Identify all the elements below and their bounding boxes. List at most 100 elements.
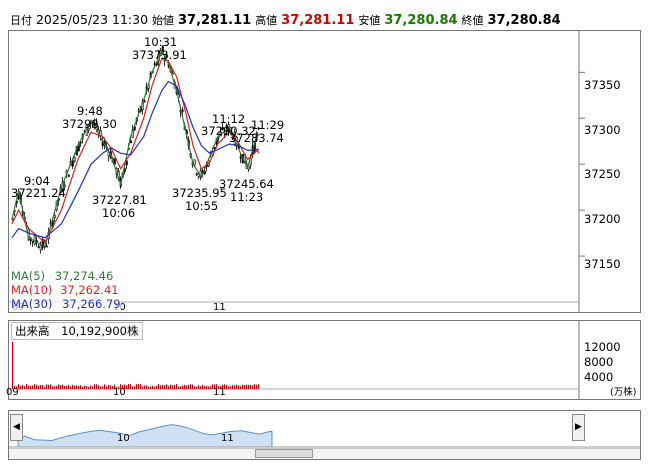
volume-bar — [174, 385, 176, 389]
volume-bar — [182, 385, 184, 389]
volume-bar — [28, 385, 30, 389]
volume-bar — [160, 385, 162, 389]
date-label: 日付 — [10, 14, 32, 27]
volume-bar — [54, 386, 56, 389]
low-value: 37,280.84 — [384, 13, 458, 28]
volume-bar — [158, 384, 160, 389]
volume-bar — [150, 386, 152, 389]
volume-bar — [210, 386, 212, 389]
scroll-left-button[interactable]: ◀ — [10, 414, 23, 441]
candle-body — [195, 172, 198, 175]
ma30-label: MA(30) — [11, 297, 53, 311]
volume-bar — [166, 384, 168, 389]
y-tick-label: 37350 — [584, 78, 621, 92]
candle-body — [67, 174, 70, 177]
volume-bar — [62, 384, 64, 389]
volume-bar — [70, 386, 72, 389]
volume-bar — [74, 385, 76, 389]
volume-bar — [146, 385, 148, 389]
volume-bar — [190, 384, 192, 389]
annotation-value: 37221.24 — [11, 186, 66, 200]
volume-bar — [148, 386, 150, 389]
annotation-value: 37227.81 — [92, 193, 147, 207]
price-chart-panel[interactable]: 37350 37300 37250 37200 37150 09 10 11 1… — [8, 30, 641, 313]
volume-y-tick: 8000 — [584, 355, 614, 369]
volume-bar — [86, 386, 88, 389]
volume-bar — [188, 384, 190, 389]
annotation-time: 11:23 — [230, 190, 264, 204]
volume-bar — [204, 386, 206, 389]
volume-bar — [60, 385, 62, 389]
volume-chart-panel[interactable]: 出来高 10,192,900株 12000 8000 4000 (万株) 09 … — [6, 320, 641, 400]
volume-bar — [84, 385, 86, 389]
y-tick-label: 37250 — [584, 167, 621, 181]
volume-bar — [108, 385, 110, 389]
volume-bar — [36, 384, 38, 389]
volume-bar — [12, 342, 14, 389]
candle-body — [45, 245, 48, 248]
volume-unit: (万株) — [610, 387, 637, 398]
volume-bar — [134, 386, 136, 389]
volume-bar — [44, 386, 46, 389]
volume-bar — [180, 386, 182, 389]
volume-bar — [246, 384, 248, 389]
volume-bar — [38, 385, 40, 389]
volume-bar — [72, 384, 74, 389]
ma5-label: MA(5) — [11, 269, 46, 283]
volume-bar — [152, 385, 154, 389]
ma-series-line — [11, 80, 260, 239]
volume-bar — [164, 385, 166, 389]
volume-bar — [232, 385, 234, 389]
close-label: 終値 — [461, 14, 484, 27]
open-label: 始値 — [152, 14, 175, 27]
scrollbar-track[interactable] — [9, 448, 640, 459]
volume-bar — [106, 386, 108, 389]
navigator-panel[interactable]: 10 11 ◀ ▶ — [8, 410, 641, 460]
y-tick-label: 37200 — [584, 212, 621, 226]
volume-bar — [130, 384, 132, 389]
volume-bar — [80, 385, 82, 389]
volume-bar — [48, 384, 50, 389]
volume-bar — [110, 385, 112, 389]
ma10-legend: MA(10) 37,262.41 — [11, 283, 119, 297]
candle-body — [239, 156, 242, 159]
x-tick-label: 11 — [213, 387, 226, 398]
volume-y-tick: 4000 — [584, 370, 614, 384]
candle-body — [193, 159, 196, 166]
volume-bar — [238, 385, 240, 389]
volume-bar — [102, 386, 104, 389]
volume-bar — [198, 385, 200, 389]
volume-bar — [136, 384, 138, 389]
volume-bar — [202, 384, 204, 389]
volume-bar — [208, 386, 210, 389]
volume-bar — [138, 384, 140, 389]
annotation-value: 37373.91 — [132, 48, 187, 62]
x-tick-label: 09 — [6, 387, 19, 398]
volume-bar — [178, 386, 180, 389]
volume-bar — [40, 385, 42, 389]
ma10-value: 37,262.41 — [60, 283, 119, 297]
navigator-tick: 10 — [117, 433, 130, 444]
candle-body — [125, 160, 128, 166]
volume-bar — [92, 386, 94, 389]
volume-bar — [192, 384, 194, 389]
volume-bar — [26, 384, 28, 389]
y-tick-label: 37300 — [584, 123, 621, 137]
scrollbar-thumb[interactable] — [255, 449, 313, 458]
scroll-right-button[interactable]: ▶ — [572, 414, 585, 441]
volume-bar — [42, 384, 44, 389]
volume-bar — [170, 384, 172, 389]
volume-bar — [236, 384, 238, 389]
high-label: 高値 — [255, 14, 278, 27]
candle-body — [53, 215, 56, 218]
volume-bar — [162, 385, 164, 389]
volume-legend: 出来高 10,192,900株 — [11, 322, 143, 340]
volume-bar — [242, 384, 244, 389]
annotation-time: 11:29 — [251, 118, 285, 132]
volume-bar — [228, 386, 230, 389]
volume-bar — [58, 384, 60, 389]
volume-bar — [94, 384, 96, 389]
volume-bar — [196, 386, 198, 389]
price-header: 日付 2025/05/23 11:30 始値 37,281.11 高値 37,2… — [10, 9, 561, 31]
y-tick-label: 37150 — [584, 257, 621, 271]
